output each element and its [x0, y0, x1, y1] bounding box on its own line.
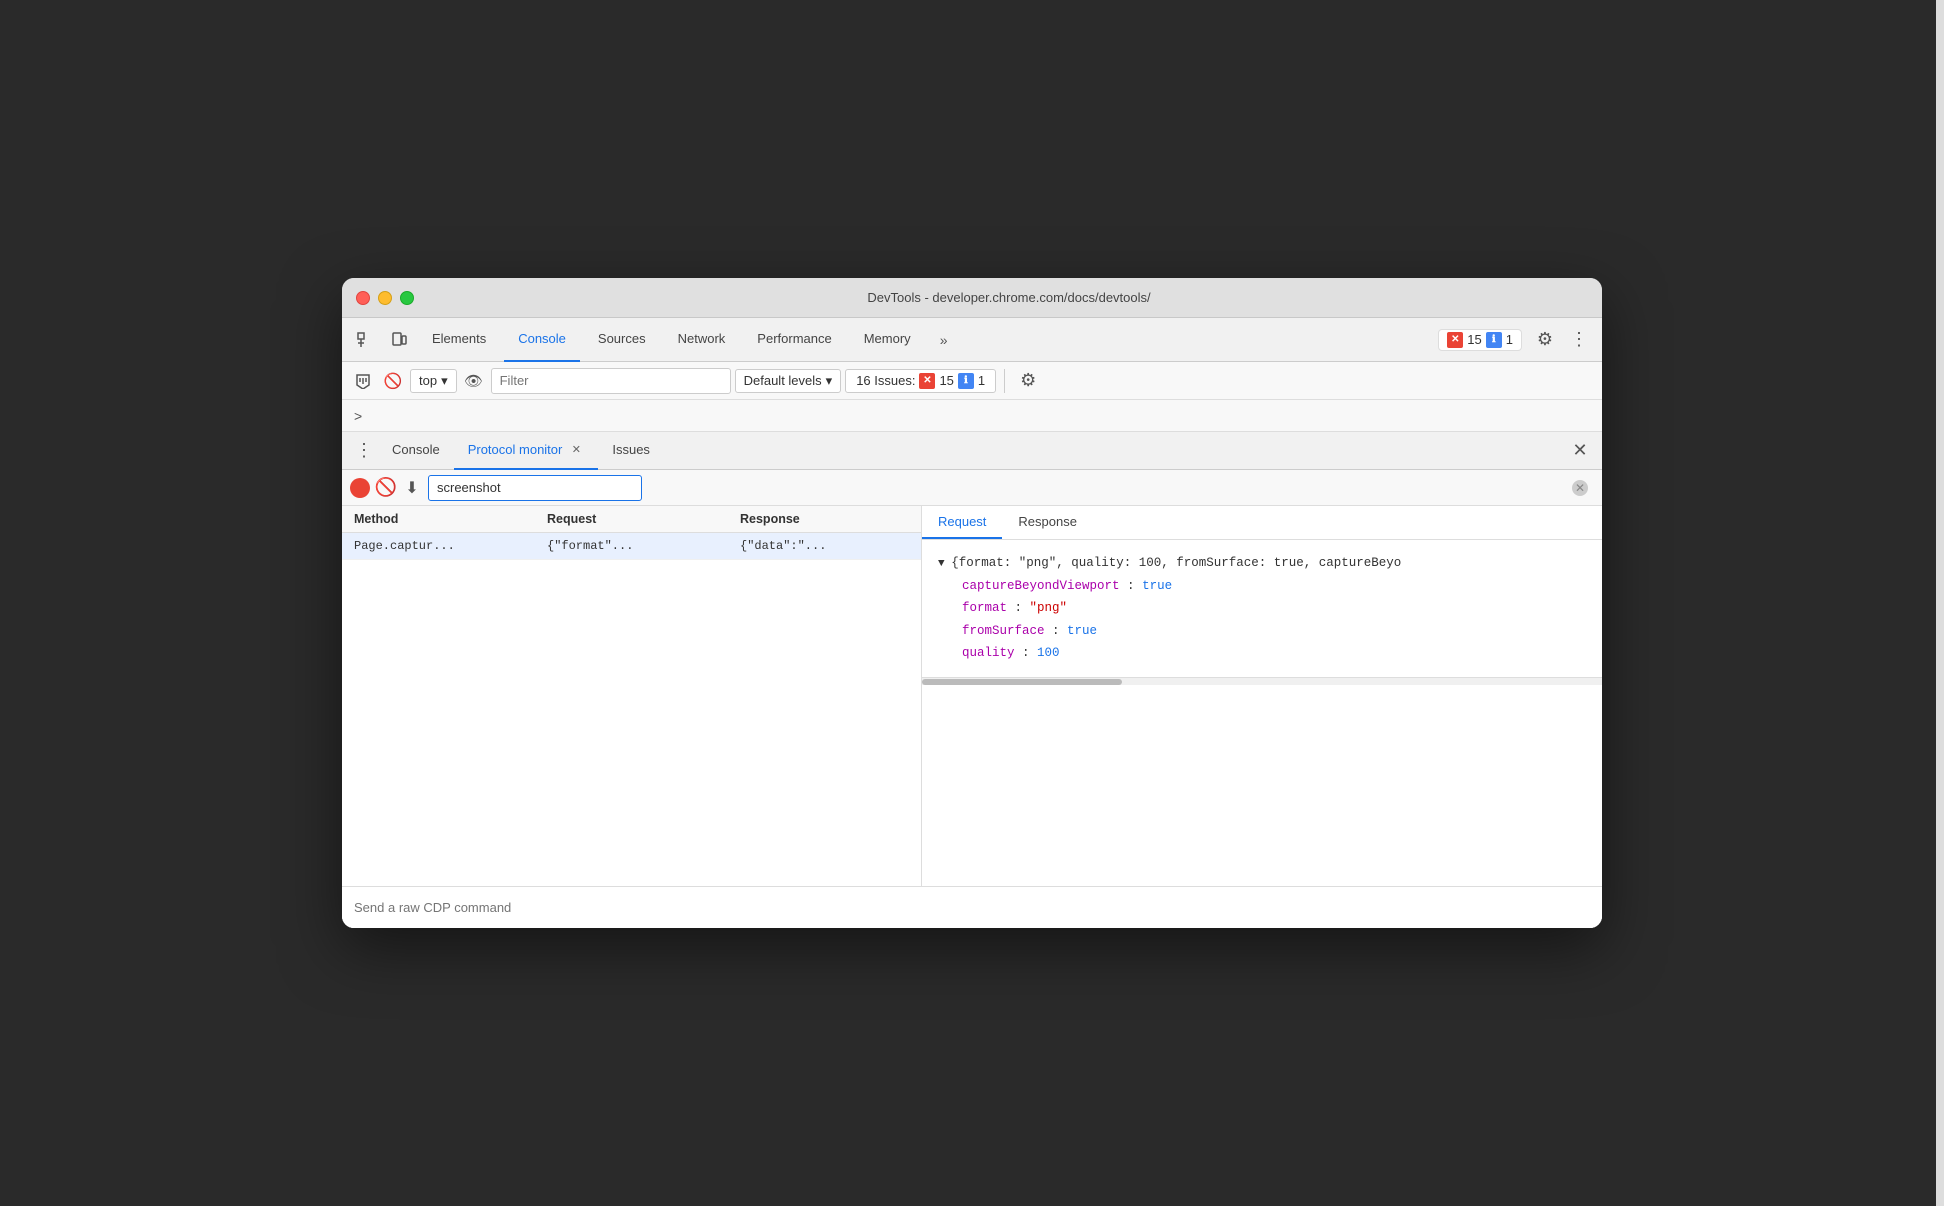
close-panel-button[interactable]: ✕	[1566, 437, 1594, 465]
close-button[interactable]	[356, 291, 370, 305]
issues-warning-icon: ℹ	[958, 373, 974, 389]
window-title: DevTools - developer.chrome.com/docs/dev…	[430, 290, 1588, 305]
issues-badge[interactable]: 16 Issues: ✕ 15 ℹ 1	[845, 369, 996, 393]
breadcrumb-arrow[interactable]: >	[354, 408, 362, 424]
detail-tab-request[interactable]: Request	[922, 506, 1002, 539]
cell-request: {"format"...	[535, 533, 728, 560]
top-selector-dropdown[interactable]: top ▾	[410, 369, 457, 393]
json-key: format	[962, 601, 1007, 615]
search-input[interactable]	[428, 475, 642, 501]
sub-tab-protocol-monitor[interactable]: Protocol monitor ✕	[454, 432, 599, 470]
pm-detail-panel: Request Response ▼ {format: "png", quali…	[922, 506, 1602, 886]
pm-toolbar: 🚫 ⬇ ✕	[342, 470, 1602, 506]
device-toolbar-icon[interactable]	[384, 325, 414, 355]
table-row[interactable]: Page.captur... {"format"... {"data":"...	[342, 533, 921, 560]
pm-split-panel: Method Request Response Page.captur... {…	[342, 506, 1602, 886]
minimize-button[interactable]	[378, 291, 392, 305]
breadcrumb-area: >	[342, 400, 1602, 432]
tab-performance[interactable]: Performance	[743, 318, 845, 362]
devtools-panel: Elements Console Sources Network Perform…	[342, 318, 1602, 928]
json-field-0: captureBeyondViewport : true	[962, 575, 1586, 598]
protocol-table: Method Request Response Page.captur... {…	[342, 506, 921, 560]
cdp-command-input[interactable]	[354, 900, 1590, 915]
warning-icon: ℹ	[1486, 332, 1502, 348]
json-key: fromSurface	[962, 624, 1045, 638]
sub-tab-bar: ⋮ Console Protocol monitor ✕ Issues ✕	[342, 432, 1602, 470]
clear-button[interactable]: 🚫	[376, 478, 396, 498]
bottom-input-area	[342, 886, 1602, 928]
json-value-number: 100	[1037, 646, 1060, 660]
sub-tab-close-icon[interactable]: ✕	[568, 442, 584, 458]
more-tabs-button[interactable]: »	[929, 325, 959, 355]
json-viewer: ▼ {format: "png", quality: 100, fromSurf…	[922, 540, 1602, 677]
tab-elements[interactable]: Elements	[418, 318, 500, 362]
json-key: captureBeyondViewport	[962, 579, 1120, 593]
sub-tab-console[interactable]: Console	[378, 432, 454, 470]
sub-tab-menu-button[interactable]: ⋮	[350, 437, 378, 465]
json-fields: captureBeyondViewport : true format : "p…	[938, 575, 1586, 665]
tab-console[interactable]: Console	[504, 318, 580, 362]
col-header-request: Request	[535, 506, 728, 533]
console-toolbar: 🚫 top ▾ 👁 Default levels ▾ 16 Issues: ✕ …	[342, 362, 1602, 400]
traffic-lights	[356, 291, 414, 305]
col-header-method: Method	[342, 506, 535, 533]
json-value-string: "png"	[1030, 601, 1068, 615]
default-levels-dropdown[interactable]: Default levels ▾	[735, 369, 842, 393]
json-summary: {format: "png", quality: 100, fromSurfac…	[951, 556, 1401, 570]
json-key: quality	[962, 646, 1015, 660]
cell-method: Page.captur...	[342, 533, 535, 560]
json-field-3: quality : 100	[962, 642, 1586, 665]
toolbar-divider	[1004, 369, 1005, 393]
search-clear-button[interactable]: ✕	[1572, 480, 1588, 496]
json-value-bool: true	[1142, 579, 1172, 593]
pm-table-panel: Method Request Response Page.captur... {…	[342, 506, 922, 886]
issues-error-icon: ✕	[919, 373, 935, 389]
dropdown-arrow-icon: ▾	[826, 373, 833, 389]
console-settings-button[interactable]: ⚙	[1013, 366, 1043, 396]
detail-tab-response[interactable]: Response	[1002, 506, 1093, 539]
block-icon[interactable]: 🚫	[380, 368, 406, 394]
json-root-expandable[interactable]: ▼ {format: "png", quality: 100, fromSurf…	[938, 552, 1586, 575]
search-wrapper: ✕	[428, 475, 1594, 501]
horizontal-scrollbar[interactable]	[922, 677, 1602, 685]
title-bar: DevTools - developer.chrome.com/docs/dev…	[342, 278, 1602, 318]
detail-tabs: Request Response	[922, 506, 1602, 540]
tab-sources[interactable]: Sources	[584, 318, 660, 362]
json-field-2: fromSurface : true	[962, 620, 1586, 643]
eye-icon[interactable]: 👁	[461, 368, 487, 394]
more-options-button[interactable]: ⋮	[1564, 325, 1594, 355]
inspect-element-icon[interactable]	[350, 325, 380, 355]
col-header-response: Response	[728, 506, 921, 533]
download-button[interactable]: ⬇	[402, 478, 422, 498]
json-arrow-icon: ▼	[938, 558, 951, 570]
cell-response: {"data":"...	[728, 533, 921, 560]
error-icon: ✕	[1447, 332, 1463, 348]
top-tab-bar: Elements Console Sources Network Perform…	[342, 318, 1602, 362]
sub-tab-issues[interactable]: Issues	[598, 432, 664, 470]
settings-button[interactable]: ⚙	[1530, 325, 1560, 355]
scrollbar-thumb[interactable]	[922, 679, 1122, 685]
record-button[interactable]	[350, 478, 370, 498]
protocol-monitor-panel: ⋮ Console Protocol monitor ✕ Issues ✕ 🚫 …	[342, 432, 1602, 928]
tab-network[interactable]: Network	[664, 318, 740, 362]
clear-console-button[interactable]	[350, 368, 376, 394]
dropdown-arrow-icon: ▾	[441, 373, 448, 389]
json-field-1: format : "png"	[962, 597, 1586, 620]
tab-memory[interactable]: Memory	[850, 318, 925, 362]
maximize-button[interactable]	[400, 291, 414, 305]
error-count-badge[interactable]: ✕ 15 ℹ 1	[1438, 329, 1522, 351]
filter-input[interactable]	[491, 368, 731, 394]
json-value-bool: true	[1067, 624, 1097, 638]
